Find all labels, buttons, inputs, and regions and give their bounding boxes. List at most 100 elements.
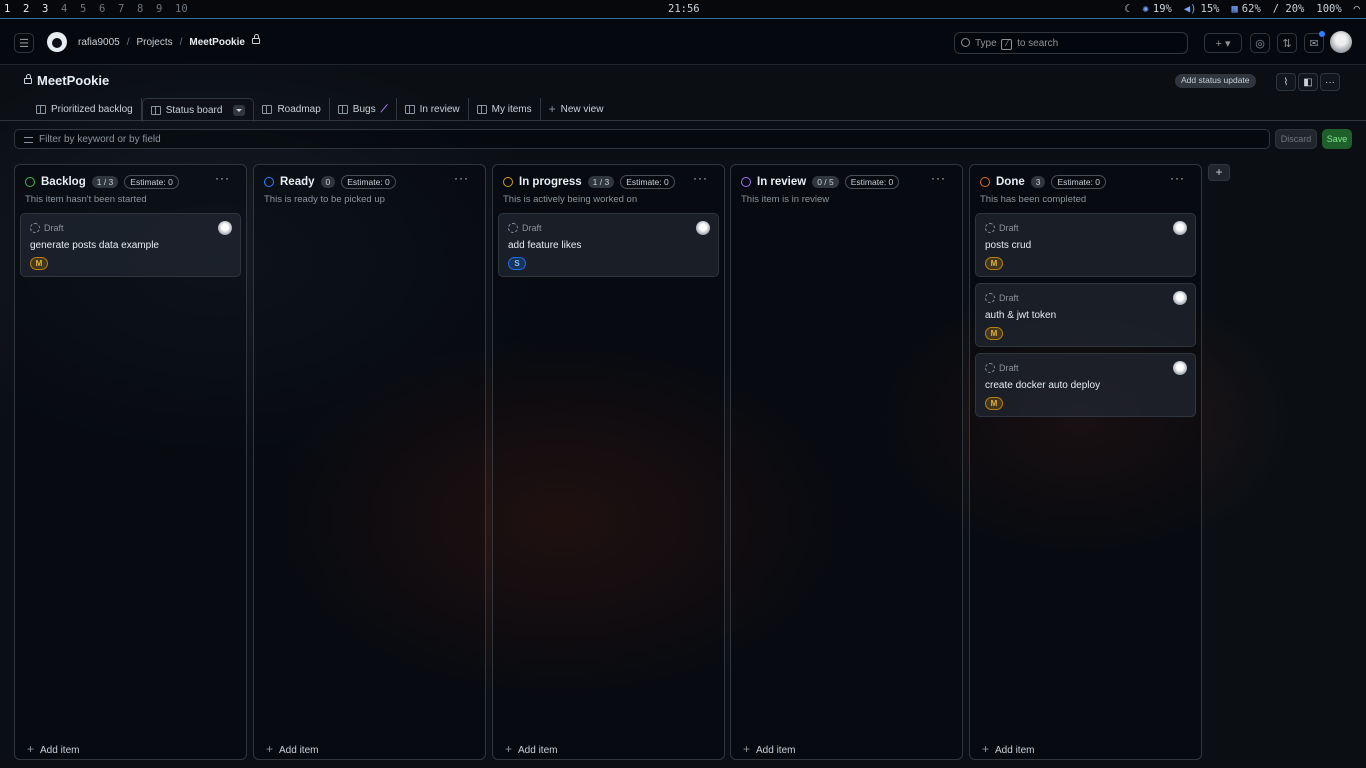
panel-icon: ◧ xyxy=(1303,76,1313,88)
card-title[interactable]: create docker auto deploy xyxy=(985,380,1100,391)
hamburger-icon: ☰ xyxy=(19,37,29,50)
column-estimate-badge: Estimate: 0 xyxy=(844,175,900,189)
card-title[interactable]: posts crud xyxy=(985,240,1031,251)
column-done: Done 3 Estimate: 0 ··· This has been com… xyxy=(969,164,1202,760)
assignee-avatar[interactable] xyxy=(696,221,710,235)
workspace-2[interactable]: 2 xyxy=(23,3,42,15)
status-circle-icon xyxy=(503,177,513,187)
workspace-8[interactable]: 8 xyxy=(137,3,156,15)
plus-icon: + xyxy=(982,742,990,756)
assignee-avatar[interactable] xyxy=(1173,361,1187,375)
tab-bugs[interactable]: Bugs ⟋ xyxy=(330,98,397,120)
workspace-1[interactable]: 1 xyxy=(4,3,23,15)
pull-requests-button[interactable]: ⇅ xyxy=(1277,33,1297,53)
card-title[interactable]: generate posts data example xyxy=(30,240,159,251)
bug-emoji-icon: ⟋ xyxy=(380,103,388,115)
column-title: In progress xyxy=(519,176,582,188)
discard-button[interactable]: Discard xyxy=(1275,129,1317,149)
add-item-button[interactable]: + Add item xyxy=(505,742,557,756)
memory-icon: ▦ xyxy=(1231,3,1238,15)
column-menu-button[interactable]: ··· xyxy=(1170,171,1185,185)
table-icon xyxy=(337,104,348,114)
assignee-avatar[interactable] xyxy=(1173,221,1187,235)
column-header: In progress 1 / 3 Estimate: 0 xyxy=(503,175,675,189)
card[interactable]: Draft add feature likes S xyxy=(498,213,719,277)
add-item-button[interactable]: + Add item xyxy=(743,742,795,756)
add-item-label: Add item xyxy=(40,745,80,756)
card[interactable]: Draft create docker auto deploy M xyxy=(975,353,1196,417)
tab-my-items[interactable]: My items xyxy=(469,98,541,120)
card[interactable]: Draft generate posts data example M xyxy=(20,213,241,277)
status-circle-icon xyxy=(25,177,35,187)
kebab-icon: ··· xyxy=(931,171,946,185)
status-circle-icon xyxy=(741,177,751,187)
kebab-icon: ··· xyxy=(693,171,708,185)
plus-icon: + xyxy=(266,742,274,756)
add-item-button[interactable]: + Add item xyxy=(27,742,79,756)
workspace-3[interactable]: 3 xyxy=(42,3,61,15)
search-input[interactable]: Type / to search xyxy=(954,32,1188,54)
add-item-label: Add item xyxy=(518,745,558,756)
card-size-label: S xyxy=(508,257,526,270)
breadcrumb-project[interactable]: MeetPookie xyxy=(189,37,245,48)
tab-label: Prioritized backlog xyxy=(51,103,133,115)
view-options-dropdown[interactable] xyxy=(233,105,246,116)
tab-new-view[interactable]: + New view xyxy=(541,98,612,120)
volume-indicator[interactable]: ◀) 15% xyxy=(1184,3,1220,15)
tab-roadmap[interactable]: Roadmap xyxy=(254,98,330,120)
card-title[interactable]: auth & jwt token xyxy=(985,310,1056,321)
breadcrumb-separator: / xyxy=(126,37,130,48)
column-menu-button[interactable]: ··· xyxy=(931,171,946,185)
project-menu-button[interactable]: ··· xyxy=(1320,73,1340,91)
column-menu-button[interactable]: ··· xyxy=(215,171,230,185)
column-menu-button[interactable]: ··· xyxy=(454,171,469,185)
table-icon xyxy=(36,104,46,114)
draft-icon xyxy=(508,223,518,233)
status-circle-icon xyxy=(980,177,990,187)
menu-button[interactable]: ☰ xyxy=(14,33,34,53)
column-menu-button[interactable]: ··· xyxy=(693,171,708,185)
side-panel-button[interactable]: ◧ xyxy=(1298,73,1318,91)
add-item-label: Add item xyxy=(756,745,796,756)
add-item-button[interactable]: + Add item xyxy=(982,742,1034,756)
card-status-label: Draft xyxy=(999,293,1019,303)
user-avatar[interactable] xyxy=(1330,31,1352,53)
assignee-avatar[interactable] xyxy=(1173,291,1187,305)
status-circle-icon xyxy=(264,177,274,187)
breadcrumb-owner[interactable]: rafia9005 xyxy=(78,37,120,48)
workspace-9[interactable]: 9 xyxy=(156,3,175,15)
view-tabs: Prioritized backlog Status board Roadmap… xyxy=(28,98,611,122)
project-title-text: MeetPookie xyxy=(37,73,110,88)
issues-button[interactable]: ◎ xyxy=(1250,33,1270,53)
assignee-avatar[interactable] xyxy=(218,221,232,235)
create-new-button[interactable]: + ▾ xyxy=(1204,33,1242,53)
github-logo-icon[interactable] xyxy=(47,32,67,52)
filter-icon xyxy=(24,137,33,143)
workspace-4[interactable]: 4 xyxy=(61,3,80,15)
tab-label: In review xyxy=(419,103,460,115)
card-status-label: Draft xyxy=(522,223,542,233)
add-column-button[interactable]: + xyxy=(1208,164,1230,181)
filter-input[interactable]: Filter by keyword or by field xyxy=(14,129,1270,149)
workspace-10[interactable]: 10 xyxy=(175,3,194,15)
tab-prioritized-backlog[interactable]: Prioritized backlog xyxy=(28,98,142,120)
column-estimate-badge: Estimate: 0 xyxy=(1051,175,1107,189)
insights-button[interactable]: ⌇ xyxy=(1276,73,1296,91)
card[interactable]: Draft auth & jwt token M xyxy=(975,283,1196,347)
card[interactable]: Draft posts crud M xyxy=(975,213,1196,277)
add-status-update-button[interactable]: Add status update xyxy=(1175,74,1256,88)
tab-in-review[interactable]: In review xyxy=(397,98,469,120)
tab-status-board[interactable]: Status board xyxy=(141,98,255,122)
add-item-button[interactable]: + Add item xyxy=(266,742,318,756)
save-button[interactable]: Save xyxy=(1322,129,1352,149)
breadcrumb-projects[interactable]: Projects xyxy=(136,37,172,48)
issue-icon: ◎ xyxy=(1255,37,1265,50)
column-header: In review 0 / 5 Estimate: 0 xyxy=(741,175,900,189)
workspace-6[interactable]: 6 xyxy=(99,3,118,15)
card-title[interactable]: add feature likes xyxy=(508,240,581,251)
column-description: This item hasn't been started xyxy=(25,194,147,205)
draft-icon xyxy=(985,363,995,373)
wifi-indicator[interactable]: ◠ xyxy=(1354,3,1360,15)
workspace-7[interactable]: 7 xyxy=(118,3,137,15)
workspace-5[interactable]: 5 xyxy=(80,3,99,15)
